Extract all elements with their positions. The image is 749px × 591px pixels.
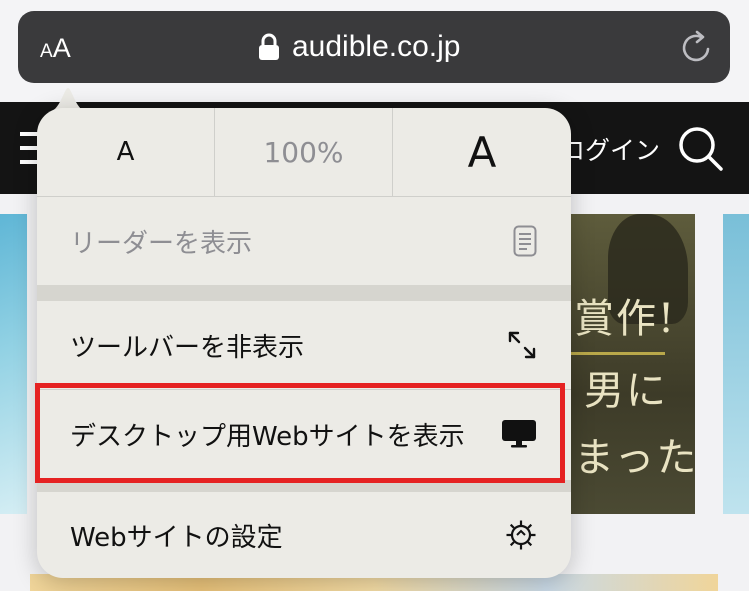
menu-item-label: デスクトップ用Webサイトを表示 bbox=[70, 421, 465, 452]
page-menu-popover: A 100% A リーダーを表示 ツールバーを非表示 デスクトップ用Webサイト… bbox=[37, 108, 571, 578]
zoom-in-button[interactable]: A bbox=[393, 108, 571, 196]
reload-icon[interactable] bbox=[680, 29, 714, 65]
menu-item-website-settings[interactable]: Webサイトの設定 bbox=[37, 492, 571, 578]
banner-text-line3: まった bbox=[574, 435, 699, 481]
menu-item-show-reader[interactable]: リーダーを表示 bbox=[37, 197, 571, 285]
login-link[interactable]: ログイン bbox=[560, 131, 660, 167]
banner-text-line1: 賞作! bbox=[574, 296, 677, 342]
gear-icon bbox=[506, 520, 536, 550]
banner-divider bbox=[570, 352, 665, 355]
banner-text-line2: 男に bbox=[584, 368, 668, 414]
desktop-icon bbox=[502, 420, 536, 448]
menu-item-label: Webサイトの設定 bbox=[70, 522, 283, 553]
text-size-button[interactable]: AA bbox=[40, 33, 71, 64]
zoom-controls: A 100% A bbox=[37, 108, 571, 197]
menu-item-label: ツールバーを非表示 bbox=[70, 332, 305, 363]
banner-image-left[interactable] bbox=[0, 214, 27, 514]
menu-item-label: リーダーを表示 bbox=[70, 228, 253, 259]
lock-icon bbox=[259, 33, 279, 60]
resize-arrows-icon bbox=[508, 331, 536, 359]
url-display[interactable]: audible.co.jp bbox=[258, 28, 460, 66]
section-divider bbox=[37, 480, 571, 492]
section-divider bbox=[37, 285, 571, 301]
menu-item-hide-toolbar[interactable]: ツールバーを非表示 bbox=[37, 301, 571, 389]
address-bar[interactable]: AA audible.co.jp bbox=[18, 11, 730, 83]
banner-image-right[interactable] bbox=[723, 214, 749, 514]
text-size-small-glyph: A bbox=[40, 41, 53, 62]
domain-text: audible.co.jp bbox=[292, 30, 461, 63]
zoom-out-button[interactable]: A bbox=[37, 108, 215, 196]
text-size-big-glyph: A bbox=[52, 33, 71, 63]
address-bar-area: AA audible.co.jp bbox=[0, 0, 749, 102]
zoom-level-button[interactable]: 100% bbox=[215, 108, 393, 196]
reader-icon bbox=[513, 225, 537, 257]
search-icon[interactable] bbox=[676, 124, 724, 172]
menu-item-request-desktop-site[interactable]: デスクトップ用Webサイトを表示 bbox=[37, 390, 571, 478]
